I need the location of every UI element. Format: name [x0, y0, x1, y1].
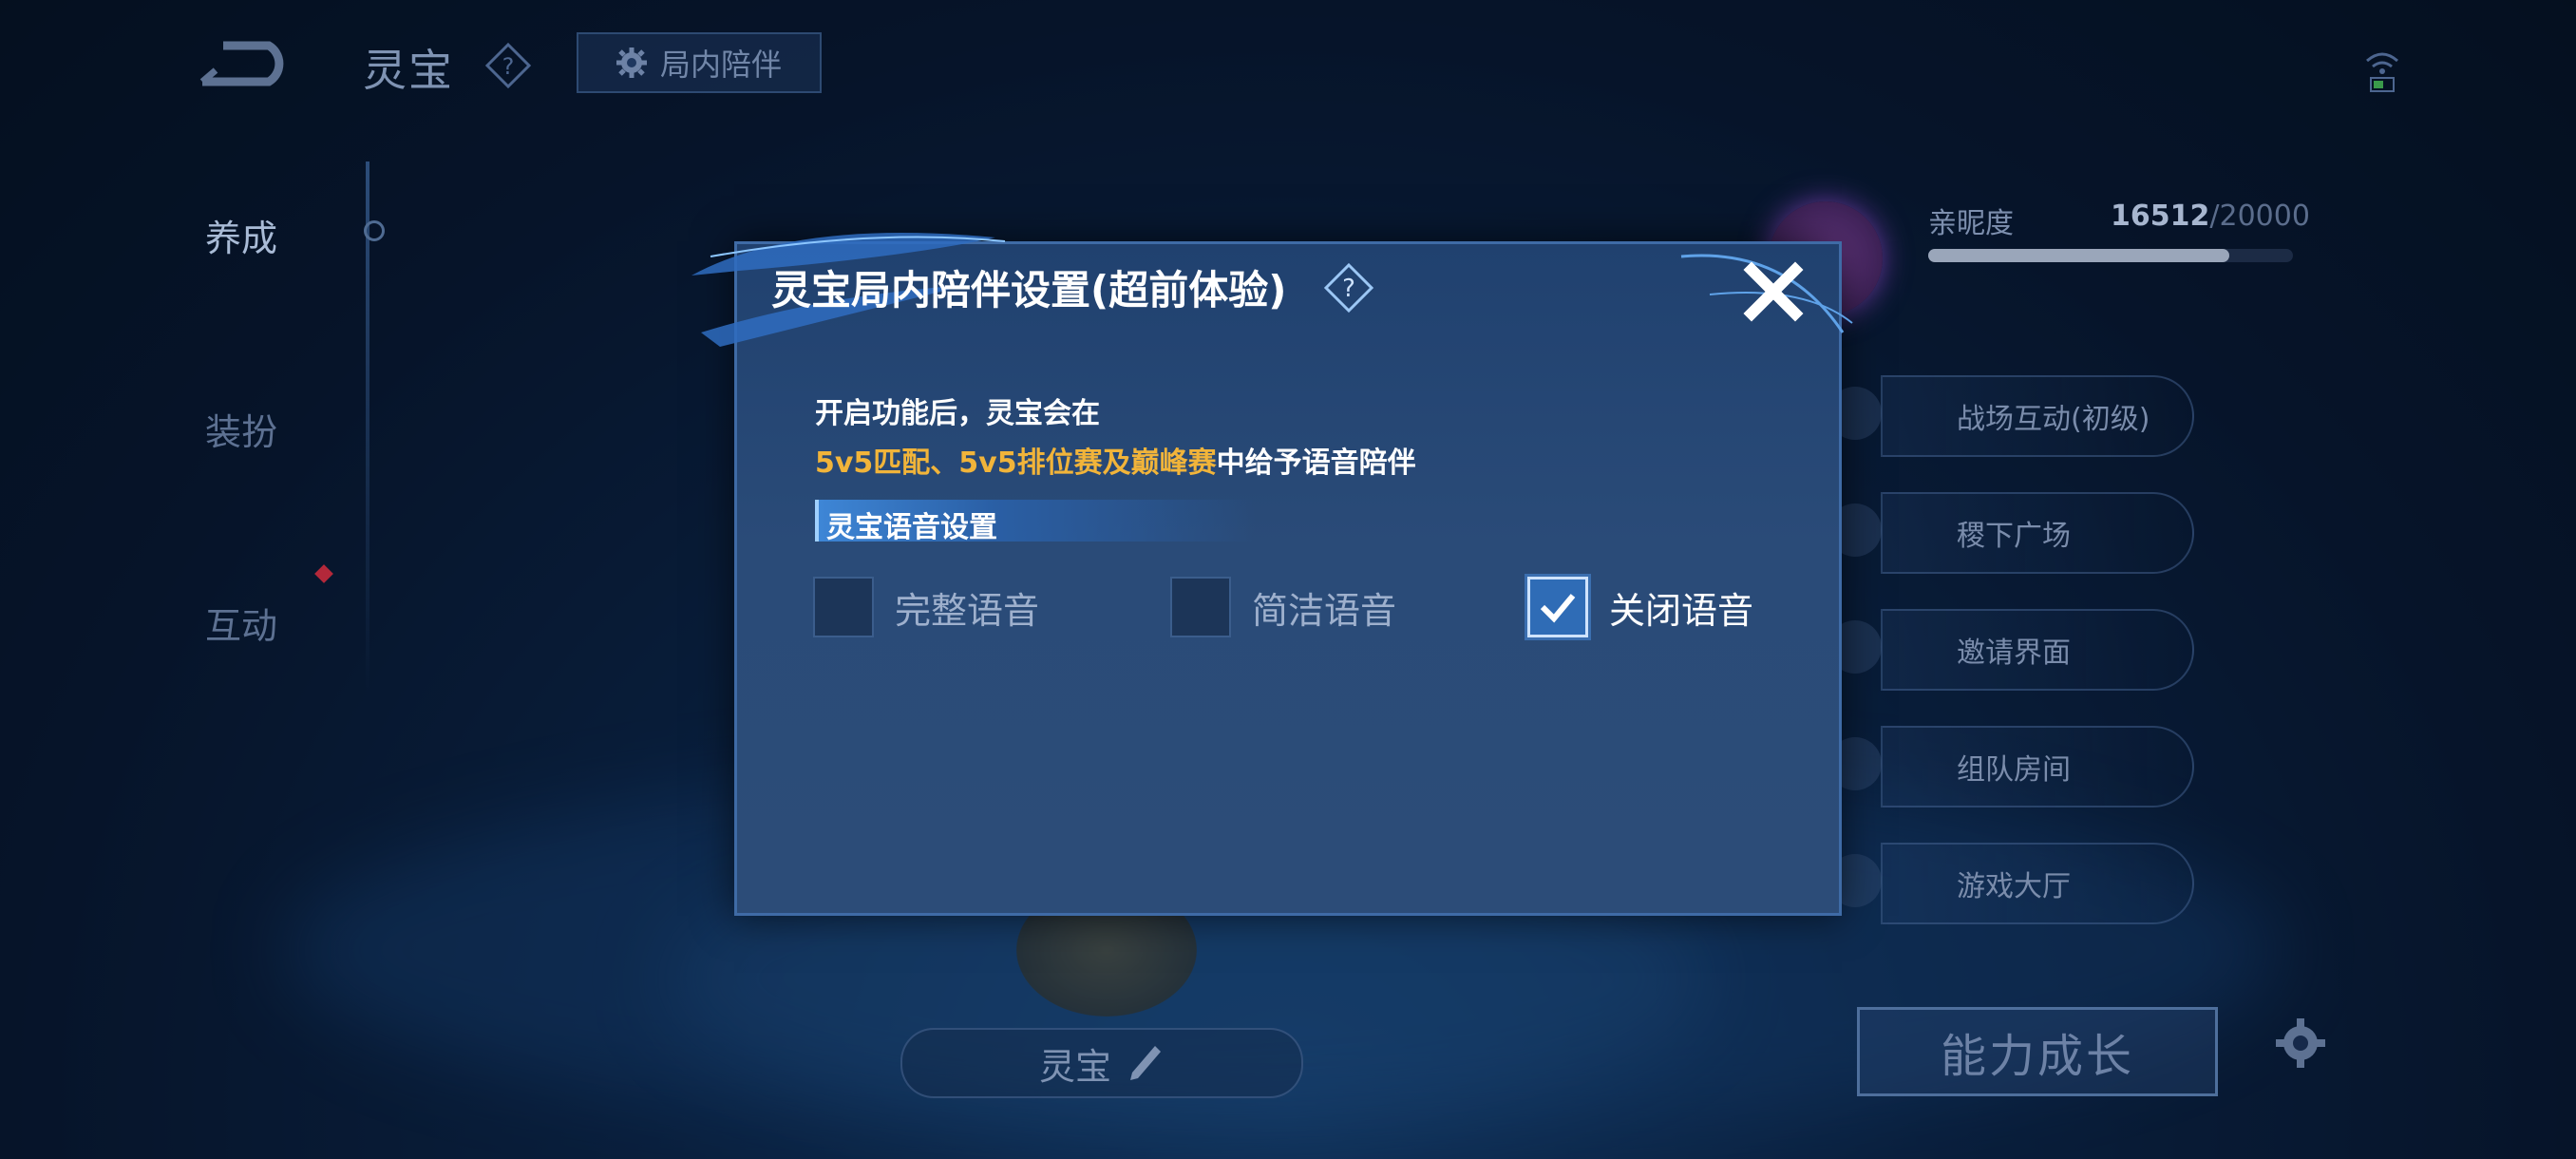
option-full-voice[interactable]: 完整语音	[813, 574, 1039, 640]
nav-item-nurture[interactable]: 养成	[205, 209, 277, 261]
settings-gear-icon[interactable]	[2272, 1015, 2329, 1072]
help-icon[interactable]: ?	[1323, 262, 1374, 314]
option-voice-off[interactable]: 关闭语音	[1527, 574, 1753, 640]
gear-icon	[616, 48, 647, 78]
scene-button-battle[interactable]: 战场互动(初级)	[1881, 375, 2194, 457]
ability-growth-button[interactable]: 能力成长	[1857, 1007, 2218, 1096]
option-label: 关闭语音	[1609, 589, 1754, 632]
option-label: 简洁语音	[1252, 589, 1397, 632]
voice-settings-heading: 灵宝语音设置	[826, 511, 997, 544]
option-label: 完整语音	[895, 589, 1040, 632]
svg-text:?: ?	[1342, 275, 1355, 303]
nav-item-outfit[interactable]: 装扮	[205, 403, 277, 455]
svg-text:?: ?	[502, 53, 515, 80]
scene-button-lobby[interactable]: 游戏大厅	[1881, 843, 2194, 924]
intimacy-label: 亲昵度	[1928, 207, 2014, 240]
intro-highlight: 5v5匹配、5v5排位赛及巅峰赛	[815, 446, 1217, 480]
intro-rest: 中给予语音陪伴	[1216, 446, 1416, 480]
pet-name-plate[interactable]: 灵宝	[900, 1028, 1303, 1098]
checkbox-voice-off[interactable]	[1527, 577, 1588, 637]
nav-active-dot	[364, 220, 385, 241]
scene-button-invite[interactable]: 邀请界面	[1881, 609, 2194, 691]
close-icon[interactable]	[1740, 258, 1807, 325]
checkbox-full-voice[interactable]	[813, 577, 874, 637]
back-arrow-icon[interactable]	[195, 36, 299, 91]
nav-item-interact[interactable]: 互动	[205, 597, 277, 649]
wifi-battery-icon	[2366, 52, 2398, 92]
scene-button-plaza[interactable]: 稷下广场	[1881, 492, 2194, 574]
in-game-companion-button[interactable]: 局内陪伴	[577, 32, 822, 93]
intimacy-progress-fill	[1928, 249, 2230, 262]
help-icon[interactable]: ?	[484, 42, 532, 89]
intro-text-line2: 5v5匹配、5v5排位赛及巅峰赛中给予语音陪伴	[815, 439, 1416, 481]
pencil-icon[interactable]	[1127, 1042, 1165, 1084]
option-concise-voice[interactable]: 简洁语音	[1170, 574, 1396, 640]
intimacy-value: 16512/20000	[2111, 200, 2310, 233]
pet-name: 灵宝	[1038, 1045, 1111, 1088]
scene-button-team-room[interactable]: 组队房间	[1881, 726, 2194, 808]
checkbox-concise-voice[interactable]	[1170, 577, 1231, 637]
checkmark-icon	[1540, 594, 1576, 623]
dialog-title: 灵宝局内陪伴设置(超前体验)	[771, 267, 1287, 314]
intimacy-progress-bar	[1928, 249, 2293, 262]
nav-track	[366, 162, 369, 694]
page-title: 灵宝	[363, 45, 454, 96]
intro-text-line1: 开启功能后，灵宝会在	[815, 397, 1100, 430]
companion-button-label: 局内陪伴	[660, 47, 783, 83]
